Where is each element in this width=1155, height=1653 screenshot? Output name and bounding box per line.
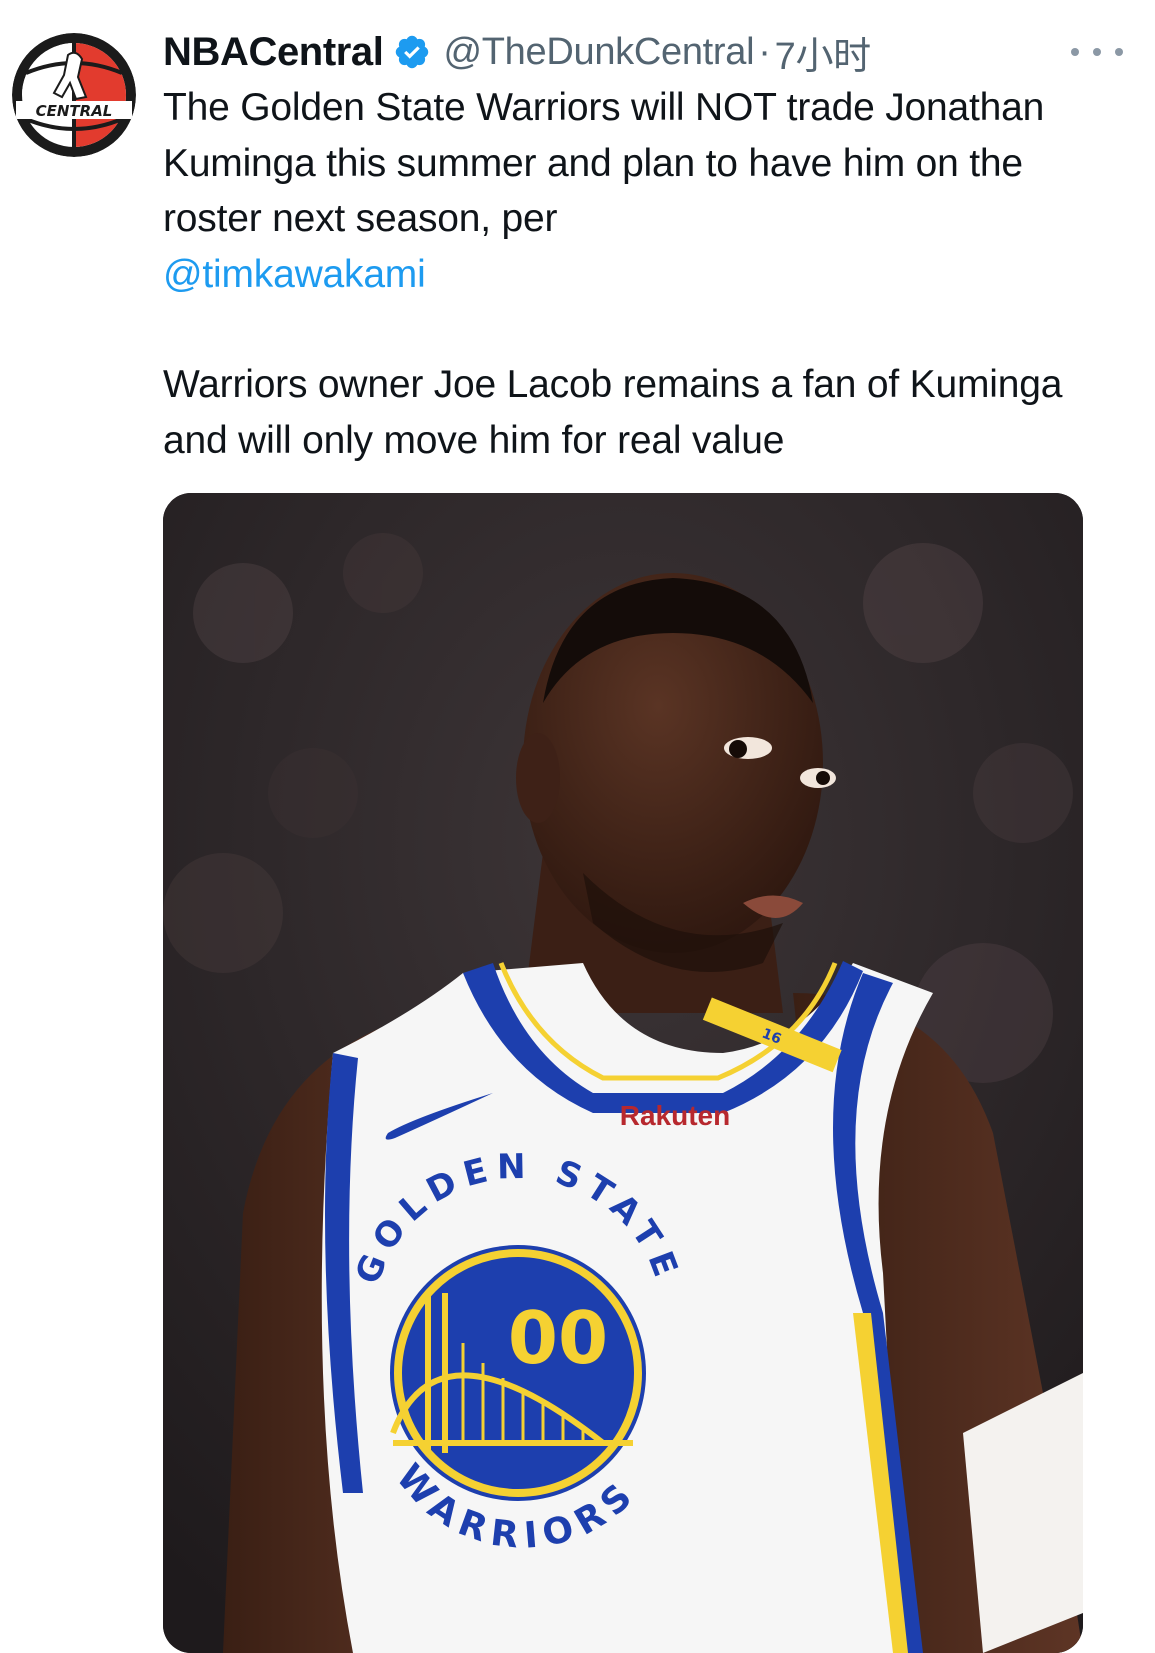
tweet-paragraph-1-text: The Golden State Warriors will NOT trade…	[163, 86, 1045, 240]
tweet-timestamp[interactable]: 7小时	[775, 25, 872, 80]
tweet-paragraph-2: Warriors owner Joe Lacob remains a fan o…	[163, 363, 1063, 462]
author-avatar[interactable]: CENTRAL	[12, 33, 136, 157]
tweet-photo[interactable]: 16 Rakuten GOLDEN STATE 00 WARRIORS	[163, 493, 1083, 1653]
mention-link[interactable]: @timkawakami	[163, 253, 426, 296]
tweet-paragraph-1: The Golden State Warriors will NOT trade…	[163, 80, 1113, 302]
svg-text:CENTRAL: CENTRAL	[36, 102, 113, 120]
author-handle[interactable]: @TheDunkCentral	[443, 31, 754, 74]
author-display-name[interactable]: NBACentral	[163, 30, 384, 75]
sponsor-text: Rakuten	[620, 1100, 730, 1131]
tweet-text: The Golden State Warriors will NOT trade…	[163, 80, 1113, 468]
jersey-number-text: 00	[508, 1296, 608, 1380]
verified-badge-icon	[393, 33, 431, 71]
nbacentral-logo: CENTRAL	[12, 33, 136, 157]
tweet-header: NBACentral @TheDunkCentral · 7小时	[163, 24, 1123, 80]
player-photo: 16 Rakuten GOLDEN STATE 00 WARRIORS	[163, 493, 1083, 1653]
separator-dot: ·	[758, 30, 771, 73]
more-dots-icon[interactable]	[1071, 34, 1123, 70]
